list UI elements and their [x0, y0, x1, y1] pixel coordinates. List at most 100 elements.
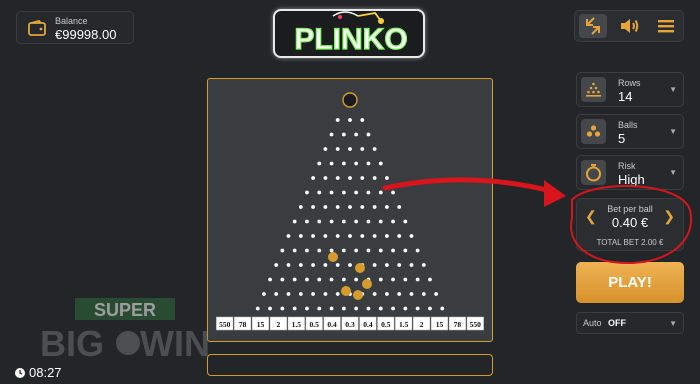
- history-bar: [207, 354, 493, 376]
- bet-increase-button[interactable]: ❯: [663, 208, 675, 225]
- multiplier-label: 2: [277, 320, 281, 329]
- peg: [335, 147, 340, 151]
- peg: [305, 219, 309, 224]
- peg: [391, 306, 395, 311]
- balls-value: 5: [618, 131, 626, 146]
- watermark-line2a: BIG: [40, 323, 104, 362]
- peg: [415, 248, 420, 253]
- peg: [311, 292, 315, 296]
- peg: [341, 161, 346, 166]
- multiplier-label: 2: [420, 320, 424, 329]
- risk-select[interactable]: Risk High ▼: [576, 155, 684, 190]
- peg: [286, 292, 291, 296]
- balance-value: €99998.00: [55, 27, 117, 42]
- ball: [362, 279, 372, 289]
- peg: [274, 292, 279, 296]
- peg: [329, 306, 334, 311]
- peg: [403, 219, 408, 224]
- peg: [360, 234, 365, 238]
- peg: [403, 248, 408, 253]
- clock-icon: [14, 367, 26, 382]
- auto-value: OFF: [608, 318, 626, 328]
- peg: [354, 190, 359, 195]
- peg: [397, 205, 402, 209]
- peg: [354, 248, 359, 253]
- clock: 08:27: [14, 365, 62, 382]
- peg: [372, 234, 377, 238]
- ball: [328, 252, 338, 262]
- peg: [286, 263, 291, 267]
- peg: [385, 205, 389, 209]
- multiplier-label: 0.5: [381, 320, 391, 329]
- peg: [268, 277, 272, 282]
- peg: [323, 292, 328, 296]
- peg: [428, 306, 432, 311]
- peg: [280, 306, 285, 311]
- play-button[interactable]: PLAY!: [576, 262, 684, 303]
- peg: [415, 306, 420, 311]
- peg: [268, 306, 272, 311]
- peg: [335, 176, 340, 180]
- rows-select[interactable]: Rows 14 ▼: [576, 72, 684, 107]
- auto-select[interactable]: Auto OFF ▼: [576, 312, 684, 334]
- peg: [298, 234, 303, 238]
- plinko-board: 550 78 15 2 1.5 0.5 0.4 0.3 0.4 0.5 1.5 2 15 78 550: [207, 78, 493, 342]
- peg: [378, 306, 383, 311]
- annotation-arrowhead: [544, 180, 566, 207]
- peg: [280, 277, 285, 282]
- menu-button[interactable]: [652, 14, 680, 38]
- peg: [262, 292, 266, 296]
- peg: [378, 248, 383, 253]
- peg: [366, 161, 371, 166]
- super-big-win-watermark: SUPER BIG WIN: [40, 296, 235, 367]
- peg: [397, 234, 402, 238]
- peg: [335, 118, 340, 122]
- balls-select[interactable]: Balls 5 ▼: [576, 114, 684, 149]
- peg: [323, 263, 328, 267]
- peg: [311, 234, 315, 238]
- ball: [355, 263, 365, 273]
- peg: [305, 306, 309, 311]
- peg: [366, 306, 371, 311]
- peg: [280, 248, 285, 253]
- sound-button[interactable]: [616, 14, 644, 38]
- minimize-button[interactable]: [579, 14, 607, 38]
- sound-icon: [621, 19, 639, 33]
- peg: [341, 306, 346, 311]
- peg: [317, 248, 322, 253]
- peg: [292, 219, 297, 224]
- ball: [341, 286, 351, 296]
- peg: [428, 277, 432, 282]
- multiplier-label: 15: [436, 320, 444, 329]
- peg: [434, 292, 438, 296]
- peg: [391, 219, 395, 224]
- plinko-pegs: 550 78 15 2 1.5 0.5 0.4 0.3 0.4 0.5 1.5 2 15 78 550: [216, 92, 484, 331]
- peg: [317, 277, 322, 282]
- peg: [360, 147, 365, 151]
- peg: [385, 234, 389, 238]
- peg: [341, 219, 346, 224]
- peg: [378, 219, 383, 224]
- multiplier-label: 0.5: [310, 320, 320, 329]
- peg: [311, 176, 315, 180]
- peg: [329, 161, 334, 166]
- peg: [292, 248, 297, 253]
- peg: [348, 205, 352, 209]
- peg: [317, 190, 322, 195]
- peg: [354, 277, 359, 282]
- peg: [341, 132, 346, 137]
- multiplier-label: 1.5: [399, 320, 409, 329]
- plinko-logo: PLINKO: [273, 9, 425, 58]
- peg: [397, 263, 402, 267]
- multiplier-label: 78: [454, 320, 462, 329]
- multiplier-label: 1.5: [292, 320, 302, 329]
- multiplier-label: 550: [470, 320, 482, 329]
- multiplier-label: 78: [239, 320, 247, 329]
- peg: [366, 248, 371, 253]
- peg: [378, 190, 383, 195]
- rows-pyramid-icon: [581, 77, 606, 102]
- peg: [372, 147, 377, 151]
- risk-value: High: [618, 172, 645, 187]
- clock-time: 08:27: [29, 365, 62, 380]
- peg: [274, 263, 279, 267]
